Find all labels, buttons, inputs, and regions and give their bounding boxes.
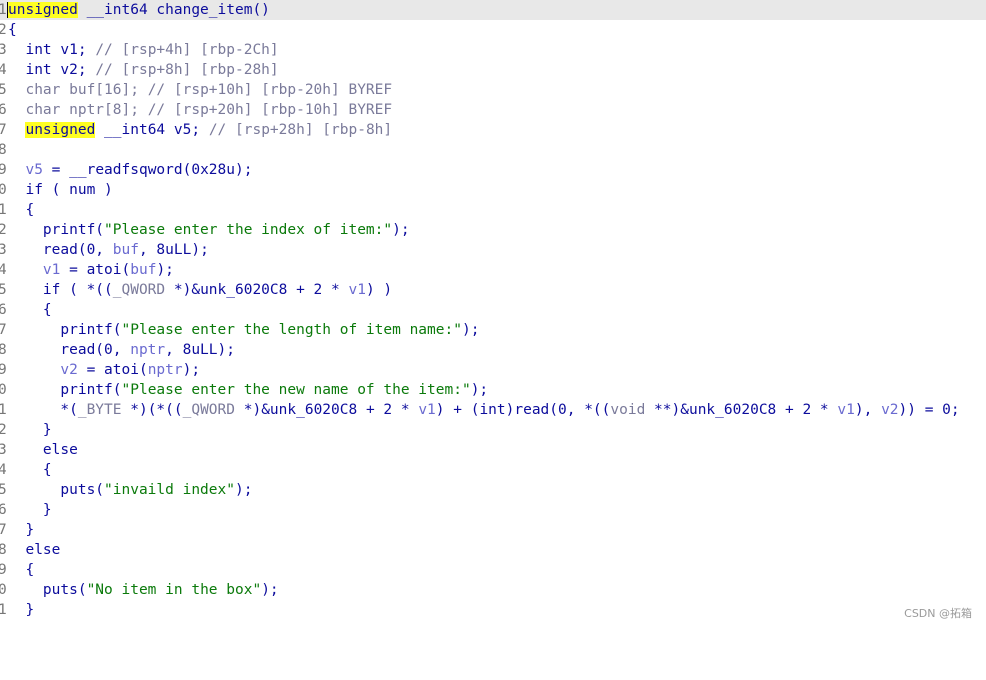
- line-number: 9: [0, 162, 6, 178]
- code-text: {: [8, 202, 35, 218]
- code-text: }: [8, 602, 35, 618]
- code-text: puts("invaild index");: [8, 482, 253, 498]
- line-number: 3: [0, 442, 6, 458]
- code-line-8[interactable]: 8: [0, 140, 986, 160]
- code-line-11[interactable]: 1 {: [0, 200, 986, 220]
- line-number: 2: [0, 222, 6, 238]
- code-line-6[interactable]: 6 char nptr[8]; // [rsp+20h] [rbp-10h] B…: [0, 100, 986, 120]
- code-line-18[interactable]: 8 read(0, nptr, 8uLL);: [0, 340, 986, 360]
- line-number: 2: [0, 422, 6, 438]
- line-number: 7: [0, 322, 6, 338]
- code-line-12[interactable]: 2 printf("Please enter the index of item…: [0, 220, 986, 240]
- code-line-19[interactable]: 9 v2 = atoi(nptr);: [0, 360, 986, 380]
- line-number: 6: [0, 302, 6, 318]
- code-text: {: [8, 562, 35, 578]
- code-text: if ( *((_QWORD *)&unk_6020C8 + 2 * v1) ): [8, 282, 393, 298]
- code-line-26[interactable]: 6 }: [0, 500, 986, 520]
- code-text: int v1; // [rsp+4h] [rbp-2Ch]: [8, 42, 279, 58]
- code-text: char nptr[8]; // [rsp+20h] [rbp-10h] BYR…: [8, 102, 393, 118]
- line-number: 5: [0, 82, 6, 98]
- line-number: 4: [0, 62, 6, 78]
- code-text: *(_BYTE *)(*((_QWORD *)&unk_6020C8 + 2 *…: [8, 402, 960, 418]
- code-line-3[interactable]: 3 int v1; // [rsp+4h] [rbp-2Ch]: [0, 40, 986, 60]
- code-text: puts("No item in the box");: [8, 582, 279, 598]
- code-text: unsigned __int64 v5; // [rsp+28h] [rbp-8…: [25, 122, 393, 138]
- line-number: 5: [0, 282, 6, 298]
- line-number: 1: [0, 602, 6, 618]
- code-line-29[interactable]: 9 {: [0, 560, 986, 580]
- code-line-9[interactable]: 9 v5 = __readfsqword(0x28u);: [0, 160, 986, 180]
- code-text: char buf[16]; // [rsp+10h] [rbp-20h] BYR…: [8, 82, 393, 98]
- code-line-20[interactable]: 0 printf("Please enter the new name of t…: [0, 380, 986, 400]
- line-number: 3: [0, 242, 6, 258]
- line-number: 1: [0, 2, 6, 18]
- line-number: 1: [0, 202, 6, 218]
- line-number: 8: [0, 542, 6, 558]
- watermark: CSDN @拓箱: [904, 607, 972, 620]
- code-line-25[interactable]: 5 puts("invaild index");: [0, 480, 986, 500]
- code-line-17[interactable]: 7 printf("Please enter the length of ite…: [0, 320, 986, 340]
- code-line-15[interactable]: 5 if ( *((_QWORD *)&unk_6020C8 + 2 * v1)…: [0, 280, 986, 300]
- code-line-14[interactable]: 4 v1 = atoi(buf);: [0, 260, 986, 280]
- code-text: read(0, nptr, 8uLL);: [8, 342, 235, 358]
- code-line-31[interactable]: 1 }: [0, 600, 986, 620]
- code-line-22[interactable]: 2 }: [0, 420, 986, 440]
- code-line-27[interactable]: 7 }: [0, 520, 986, 540]
- line-number: 5: [0, 482, 6, 498]
- line-number: 8: [0, 342, 6, 358]
- line-number: 6: [0, 502, 6, 518]
- code-line-23[interactable]: 3 else: [0, 440, 986, 460]
- code-text: v2 = atoi(nptr);: [60, 362, 201, 378]
- code-text: {: [8, 462, 52, 478]
- line-number: 7: [0, 122, 6, 138]
- code-text: v5 = __readfsqword(0x28u);: [25, 162, 253, 178]
- line-number: 6: [0, 102, 6, 118]
- code-text: unsigned __int64 change_item(): [7, 2, 270, 18]
- code-text: printf("Please enter the new name of the…: [8, 382, 489, 398]
- code-text: }: [8, 522, 35, 538]
- code-text: else: [8, 442, 78, 458]
- code-text: if ( num ): [8, 182, 113, 198]
- line-number: 9: [0, 562, 6, 578]
- pseudocode-view[interactable]: 1 unsigned __int64 change_item() 2 { 3 i…: [0, 0, 986, 629]
- line-number: 4: [0, 462, 6, 478]
- code-line-24[interactable]: 4 {: [0, 460, 986, 480]
- code-text: v1 = atoi(buf);: [42, 262, 174, 278]
- line-number: 4: [0, 262, 6, 278]
- code-text: printf("Please enter the index of item:"…: [8, 222, 410, 238]
- code-text: {: [8, 302, 52, 318]
- code-text: }: [8, 502, 52, 518]
- code-text: {: [8, 22, 17, 38]
- code-line-21[interactable]: 1 *(_BYTE *)(*((_QWORD *)&unk_6020C8 + 2…: [0, 400, 986, 420]
- code-line-13[interactable]: 3 read(0, buf, 8uLL);: [0, 240, 986, 260]
- code-line-4[interactable]: 4 int v2; // [rsp+8h] [rbp-28h]: [0, 60, 986, 80]
- line-number: 0: [0, 582, 6, 598]
- code-line-28[interactable]: 8 else: [0, 540, 986, 560]
- code-line-30[interactable]: 0 puts("No item in the box");: [0, 580, 986, 600]
- line-number: 0: [0, 182, 6, 198]
- code-line-10[interactable]: 0 if ( num ): [0, 180, 986, 200]
- code-line-1[interactable]: 1 unsigned __int64 change_item(): [0, 0, 986, 20]
- code-text: else: [8, 542, 61, 558]
- line-number: 1: [0, 402, 6, 418]
- line-number: 2: [0, 22, 6, 38]
- line-number: 7: [0, 522, 6, 538]
- line-number: 9: [0, 362, 6, 378]
- code-text: int v2; // [rsp+8h] [rbp-28h]: [8, 62, 279, 78]
- code-text: }: [8, 422, 52, 438]
- code-line-7[interactable]: 7 unsigned __int64 v5; // [rsp+28h] [rbp…: [0, 120, 986, 140]
- line-number: 0: [0, 382, 6, 398]
- line-number: 8: [0, 142, 6, 158]
- code-line-2[interactable]: 2 {: [0, 20, 986, 40]
- code-line-5[interactable]: 5 char buf[16]; // [rsp+10h] [rbp-20h] B…: [0, 80, 986, 100]
- code-text: read(0, buf, 8uLL);: [8, 242, 209, 258]
- code-line-16[interactable]: 6 {: [0, 300, 986, 320]
- line-number: 3: [0, 42, 6, 58]
- code-text: printf("Please enter the length of item …: [8, 322, 480, 338]
